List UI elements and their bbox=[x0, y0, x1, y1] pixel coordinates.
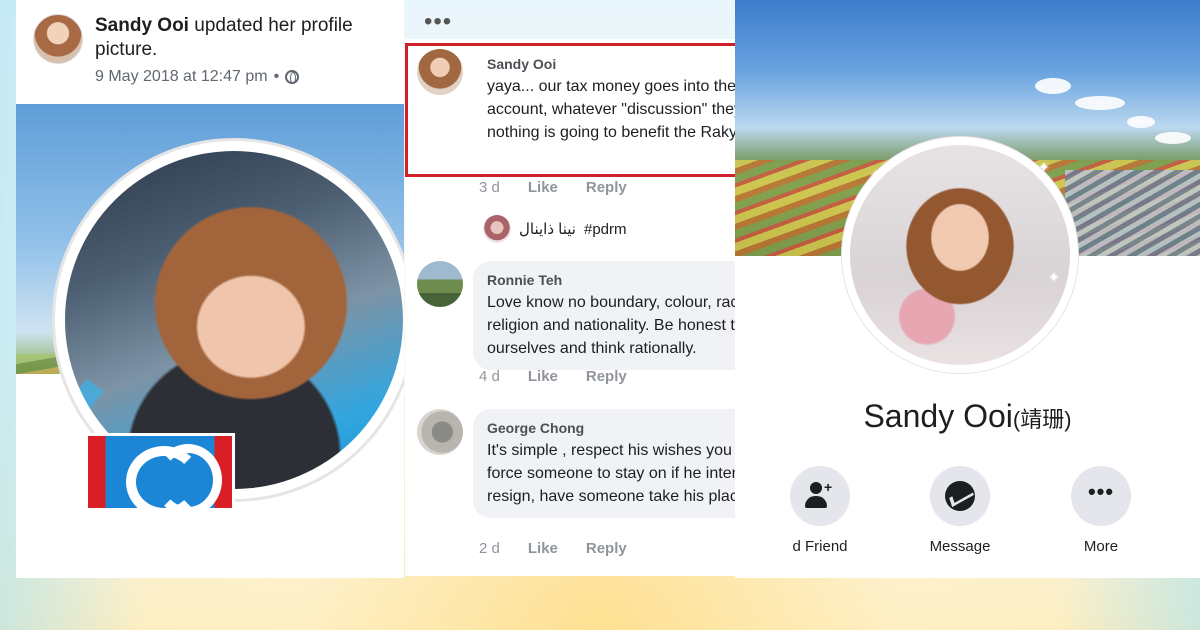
reply-avatar[interactable] bbox=[483, 215, 511, 243]
author-avatar[interactable] bbox=[33, 14, 83, 64]
reply-preview[interactable]: نينا ذاينال #pdrm bbox=[483, 215, 627, 243]
comment-actions: 3 d Like Reply bbox=[479, 179, 627, 196]
like-button[interactable]: Like bbox=[528, 368, 558, 385]
icon-plus: + bbox=[824, 479, 833, 495]
more-dots-icon: ••• bbox=[1087, 479, 1115, 504]
messenger-icon bbox=[945, 481, 975, 511]
reply-button[interactable]: Reply bbox=[586, 179, 627, 196]
profile-panel: ✦ ✦ ✦ Sandy Ooi(靖珊) + d Friend Message •… bbox=[735, 0, 1200, 578]
reply-button[interactable]: Reply bbox=[586, 540, 627, 557]
profile-picture-post: Sandy Ooi updated her profile picture. 9… bbox=[16, 0, 404, 578]
add-friend-button[interactable]: + d Friend bbox=[760, 466, 880, 555]
comment-time: 4 d bbox=[479, 368, 500, 385]
icon-body bbox=[805, 496, 827, 508]
commenter-avatar[interactable] bbox=[417, 261, 463, 307]
like-button[interactable]: Like bbox=[528, 540, 558, 557]
cloud bbox=[1075, 96, 1125, 110]
profile-picture-frame[interactable]: ✦ ✦ ✦ bbox=[841, 136, 1079, 374]
globe-icon bbox=[285, 70, 300, 84]
post-photo[interactable] bbox=[16, 104, 404, 578]
post-timestamp[interactable]: 9 May 2018 at 12:47 pm bbox=[95, 68, 268, 86]
comment-actions: 4 d Like Reply bbox=[479, 368, 627, 385]
cloud bbox=[1155, 132, 1191, 144]
icon-head bbox=[810, 482, 822, 494]
add-friend-label: d Friend bbox=[792, 538, 848, 555]
post-meta: 9 May 2018 at 12:47 pm • bbox=[95, 68, 300, 86]
post-title: Sandy Ooi updated her profile picture. bbox=[95, 14, 395, 62]
message-button[interactable]: Message bbox=[900, 466, 1020, 555]
meta-separator: • bbox=[273, 68, 280, 85]
add-friend-circle[interactable]: + bbox=[790, 466, 850, 526]
reply-author: نينا ذاينال bbox=[519, 221, 576, 238]
cloud bbox=[1127, 116, 1155, 128]
more-button[interactable]: ••• More bbox=[1041, 466, 1161, 555]
like-button[interactable]: Like bbox=[528, 179, 558, 196]
add-friend-icon: + bbox=[805, 479, 835, 511]
profile-picture bbox=[850, 145, 1070, 365]
sparkle-icon: ✦ bbox=[870, 167, 882, 183]
cloud bbox=[1035, 78, 1071, 94]
profile-name-latin: Sandy Ooi bbox=[863, 398, 1013, 434]
author-name[interactable]: Sandy Ooi bbox=[95, 15, 189, 36]
sparkle-icon: ✦ bbox=[1048, 269, 1060, 285]
message-circle[interactable] bbox=[930, 466, 990, 526]
more-circle[interactable]: ••• bbox=[1071, 466, 1131, 526]
sparkle-icon: ✦ bbox=[1038, 159, 1050, 175]
commenter-avatar[interactable] bbox=[417, 49, 463, 95]
profile-name: Sandy Ooi(靖珊) bbox=[735, 398, 1200, 435]
more-label: More bbox=[1083, 538, 1119, 555]
message-label: Message bbox=[929, 538, 991, 555]
commenter-avatar[interactable] bbox=[417, 409, 463, 455]
post-header: Sandy Ooi updated her profile picture. 9… bbox=[16, 0, 404, 104]
comment-time: 2 d bbox=[479, 540, 500, 557]
profile-name-chinese: (靖珊) bbox=[1012, 407, 1072, 432]
lavender-fields bbox=[1065, 170, 1200, 256]
comment-actions: 2 d Like Reply bbox=[479, 540, 627, 557]
profile-picture-frame bbox=[52, 138, 404, 518]
reply-text: #pdrm bbox=[583, 220, 627, 238]
more-dots-icon[interactable]: ••• bbox=[424, 8, 452, 36]
comment-time: 3 d bbox=[479, 179, 500, 196]
party-flag-logo bbox=[85, 433, 235, 518]
reply-button[interactable]: Reply bbox=[586, 368, 627, 385]
